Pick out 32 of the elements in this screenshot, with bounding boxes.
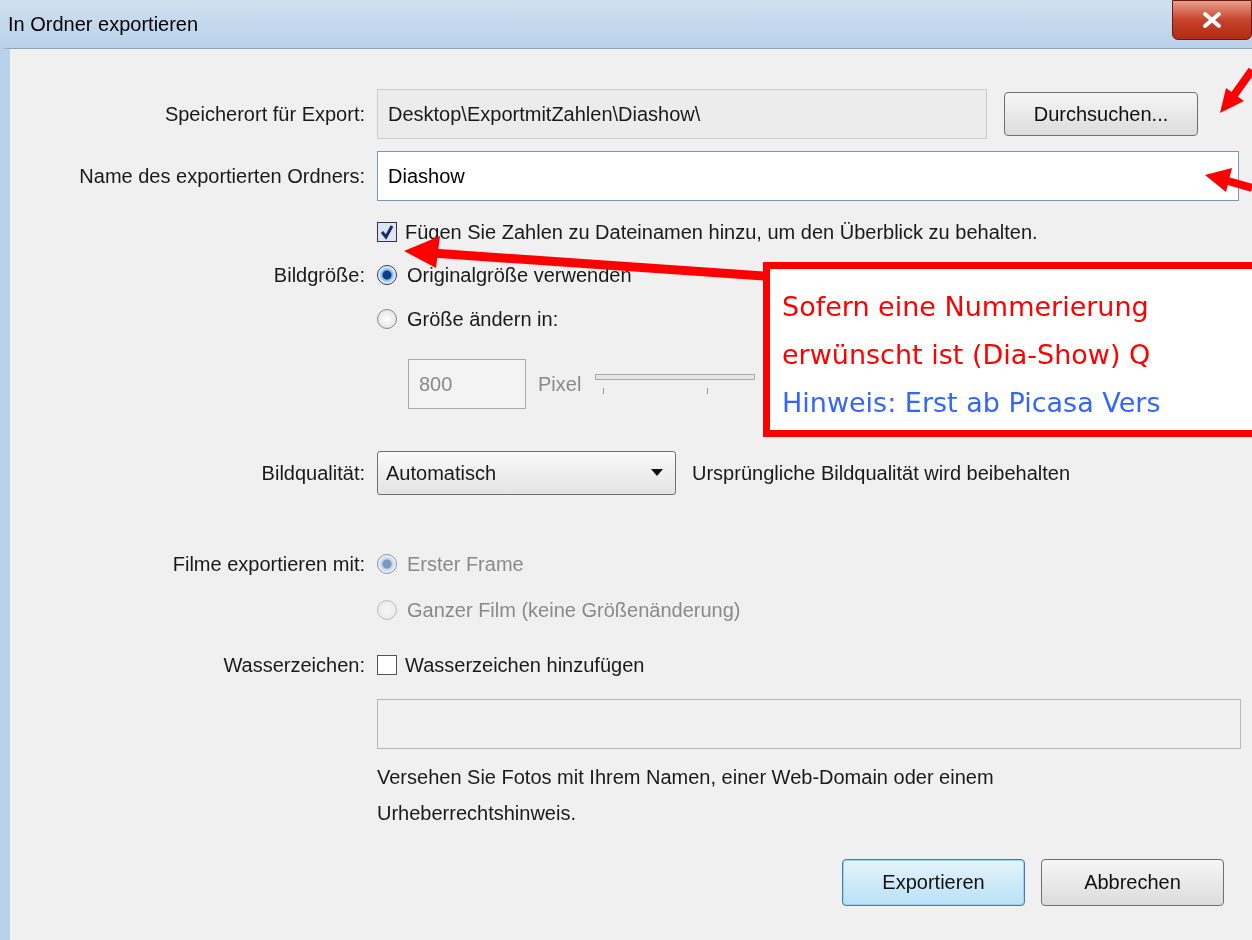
annotation-text: Hinweis: Erst ab Picasa Vers	[782, 386, 1161, 420]
movie-option-label: Erster Frame	[407, 552, 524, 576]
movie-option-label: Ganzer Film (keine Größenänderung)	[407, 598, 741, 622]
image-size-label: Bildgröße:	[272, 263, 365, 287]
caret-icon	[651, 469, 663, 477]
folder-name-field[interactable]: Diashow	[377, 151, 1239, 201]
pixel-unit-label: Pixel	[538, 372, 582, 396]
size-option-label: Originalgröße verwenden	[407, 263, 632, 287]
movies-label: Filme exportieren mit:	[171, 552, 365, 576]
watermark-checkbox-label: Wasserzeichen hinzufügen	[405, 653, 645, 677]
numbering-checkbox[interactable]	[377, 222, 397, 242]
location-field: Desktop\ExportmitZahlen\Diashow\	[377, 89, 987, 139]
watermark-label: Wasserzeichen:	[222, 653, 365, 677]
cancel-button[interactable]: Abbrechen	[1041, 859, 1224, 906]
window-title: In Ordner exportieren	[8, 12, 199, 36]
annotation-arrow	[1220, 67, 1252, 113]
location-label: Speicherort für Export:	[163, 102, 365, 126]
close-button[interactable]	[1172, 0, 1252, 40]
annotation-arrow	[1205, 168, 1252, 192]
folder-name-label: Name des exportierten Ordners:	[78, 164, 365, 188]
quality-dropdown[interactable]: Automatisch	[377, 451, 676, 495]
watermark-checkbox[interactable]	[377, 655, 397, 675]
size-option-label: Größe ändern in:	[407, 307, 559, 331]
quality-label: Bildqualität:	[260, 461, 365, 485]
export-button[interactable]: Exportieren	[842, 859, 1025, 906]
annotation-text: Sofern eine Nummerierung	[782, 290, 1149, 324]
annotation-text: erwünscht ist (Dia-Show) Q	[782, 338, 1151, 372]
watermark-hint: Versehen Sie Fotos mit Ihrem Namen, einer Web-Domain oder einem Urheberrechtshinweis.	[377, 765, 995, 826]
close-icon	[1201, 11, 1223, 29]
quality-note: Ursprüngliche Bildqualität wird beibehalten	[692, 461, 1070, 485]
watermark-field[interactable]	[377, 699, 1241, 749]
browse-button[interactable]: Durchsuchen...	[1004, 92, 1198, 136]
